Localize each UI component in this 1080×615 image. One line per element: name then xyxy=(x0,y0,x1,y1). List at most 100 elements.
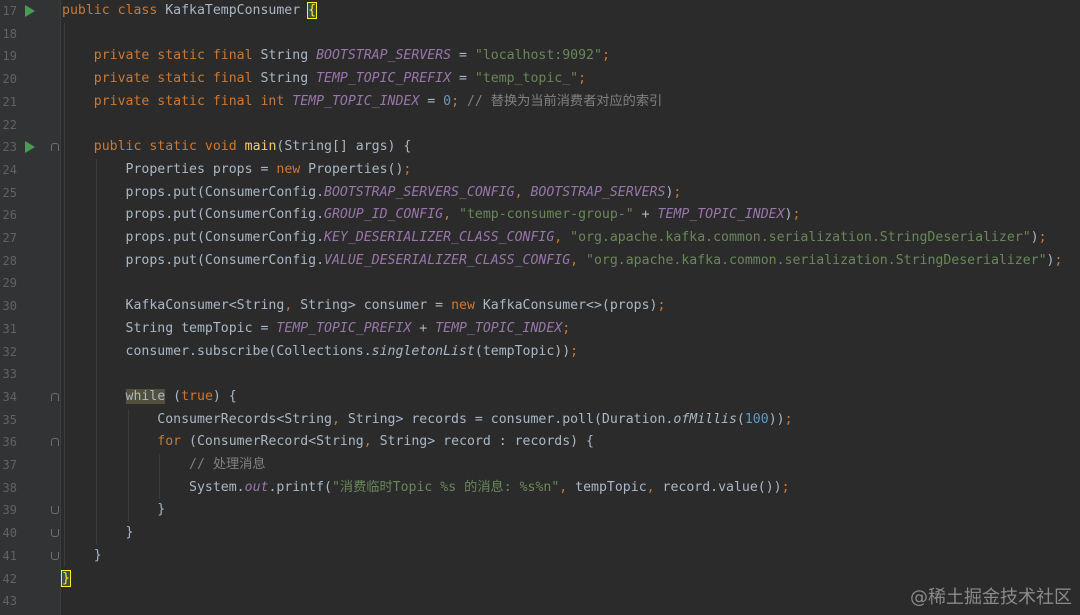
code-token: record.value()) xyxy=(662,479,782,495)
code-line[interactable]: 40 } xyxy=(0,522,1080,545)
code-line[interactable]: 23 public static void main(String[] args… xyxy=(0,136,1080,159)
code-token: TEMP_TOPIC_INDEX xyxy=(292,93,420,109)
code-line[interactable]: 36 for (ConsumerRecord<String, String> r… xyxy=(0,431,1080,454)
code-token: public class xyxy=(62,3,166,18)
code-line[interactable]: 26 props.put(ConsumerConfig.GROUP_ID_CON… xyxy=(0,204,1080,227)
code-text: consumer.subscribe(Collections.singleton… xyxy=(62,341,579,364)
code-line[interactable]: 31 String tempTopic = TEMP_TOPIC_PREFIX … xyxy=(0,318,1080,341)
code-token: 100 xyxy=(744,411,769,427)
code-token: ; xyxy=(784,411,793,427)
code-token: , xyxy=(331,411,348,427)
code-line[interactable]: 24 Properties props = new Properties(); xyxy=(0,159,1080,182)
line-number: 31 xyxy=(2,321,17,336)
code-token: String tempTopic = xyxy=(62,320,277,336)
code-line[interactable]: 38 System.out.printf("消费临时Topic %s 的消息: … xyxy=(0,477,1080,500)
code-token: ; xyxy=(403,161,412,177)
code-token: new xyxy=(276,161,309,177)
line-number: 28 xyxy=(2,253,17,268)
code-token: private static final xyxy=(93,48,261,64)
code-text: KafkaConsumer<String, String> consumer =… xyxy=(62,295,666,318)
code-token: KafkaTempConsumer xyxy=(165,3,309,18)
code-editor[interactable]: 17 public class KafkaTempConsumer {18 19 p… xyxy=(0,0,1080,615)
code-token: "消费临时Topic %s 的消息: %s%n" xyxy=(331,479,560,495)
code-token: KEY_DESERIALIZER_CLASS_CONFIG xyxy=(324,230,555,245)
code-token: , xyxy=(514,184,531,200)
code-line[interactable]: 18 xyxy=(0,23,1080,46)
code-text: props.put(ConsumerConfig.BOOTSTRAP_SERVE… xyxy=(62,182,682,205)
fold-close-icon[interactable] xyxy=(51,529,59,538)
code-token: + xyxy=(633,207,658,223)
code-token: props.put(ConsumerConfig. xyxy=(62,230,325,245)
code-line[interactable]: 32 consumer.subscribe(Collections.single… xyxy=(0,341,1080,364)
code-token: , xyxy=(570,252,587,268)
code-token: BOOTSTRAP_SERVERS xyxy=(530,184,666,200)
code-token: ) { xyxy=(212,388,237,404)
line-number: 21 xyxy=(2,94,17,109)
code-token: new xyxy=(451,298,483,314)
line-number: 35 xyxy=(2,412,17,427)
code-text: public static void main(String[] args) { xyxy=(62,136,412,159)
code-token: ofMillis xyxy=(673,411,737,427)
run-gutter-icon[interactable] xyxy=(25,141,35,154)
line-number: 39 xyxy=(2,503,17,518)
code-token: ; xyxy=(601,48,610,64)
code-text: private static final String BOOTSTRAP_SE… xyxy=(62,45,610,68)
code-token: out xyxy=(244,479,269,495)
code-line[interactable]: 35 ConsumerRecords<String, String> recor… xyxy=(0,409,1080,432)
line-number: 25 xyxy=(2,185,17,200)
code-token: TEMP_TOPIC_PREFIX xyxy=(316,71,452,87)
code-token: ) xyxy=(1030,230,1039,245)
code-token: System. xyxy=(62,479,245,495)
code-line[interactable]: 41 } xyxy=(0,545,1080,568)
code-line[interactable]: 33 xyxy=(0,363,1080,386)
code-token: props.put(ConsumerConfig. xyxy=(62,207,325,223)
code-token: } xyxy=(62,547,102,563)
fold-open-icon[interactable] xyxy=(51,392,59,401)
code-token: , xyxy=(559,479,576,495)
code-line[interactable]: 22 xyxy=(0,114,1080,137)
code-line[interactable]: 29 xyxy=(0,272,1080,295)
code-line[interactable]: 17 public class KafkaTempConsumer { xyxy=(0,0,1080,23)
code-token: String> record : records) { xyxy=(379,434,594,450)
code-text: while (true) { xyxy=(62,386,237,409)
code-token: ; xyxy=(1038,230,1047,245)
code-line[interactable]: 25 props.put(ConsumerConfig.BOOTSTRAP_SE… xyxy=(0,182,1080,205)
code-token: ) xyxy=(784,207,793,223)
code-token: TEMP_TOPIC_INDEX xyxy=(435,320,563,336)
line-number: 24 xyxy=(2,162,17,177)
fold-close-icon[interactable] xyxy=(51,506,59,515)
code-text: for (ConsumerRecord<String, String> reco… xyxy=(62,431,594,454)
code-line[interactable]: 34 while (true) { xyxy=(0,386,1080,409)
fold-open-icon[interactable] xyxy=(51,438,59,447)
code-line[interactable]: 37 // 处理消息 xyxy=(0,454,1080,477)
code-token: ( xyxy=(736,411,745,427)
fold-close-icon[interactable] xyxy=(51,551,59,560)
code-line[interactable]: 28 props.put(ConsumerConfig.VALUE_DESERI… xyxy=(0,250,1080,273)
code-text: public class KafkaTempConsumer { xyxy=(62,0,318,23)
code-text: } xyxy=(62,522,134,545)
code-line[interactable]: 27 props.put(ConsumerConfig.KEY_DESERIAL… xyxy=(0,227,1080,250)
code-line[interactable]: 30 KafkaConsumer<String, String> consume… xyxy=(0,295,1080,318)
code-token: String> consumer = xyxy=(300,298,452,314)
code-line[interactable]: 39 } xyxy=(0,499,1080,522)
code-token: ; xyxy=(451,93,467,109)
code-token: String> records = consumer.poll(Duration… xyxy=(347,411,674,427)
fold-open-icon[interactable] xyxy=(51,143,59,152)
code-line[interactable]: 21 private static final int TEMP_TOPIC_I… xyxy=(0,91,1080,114)
line-number: 30 xyxy=(2,299,17,314)
line-number: 23 xyxy=(2,140,17,155)
code-line[interactable]: 19 private static final String BOOTSTRAP… xyxy=(0,45,1080,68)
code-token: TEMP_TOPIC_INDEX xyxy=(657,207,785,223)
code-line[interactable]: 20 private static final String TEMP_TOPI… xyxy=(0,68,1080,91)
code-text: String tempTopic = TEMP_TOPIC_PREFIX + T… xyxy=(62,318,571,341)
code-token: true xyxy=(181,388,213,404)
line-number: 26 xyxy=(2,208,17,223)
code-token: "org.apache.kafka.common.serialization.S… xyxy=(586,252,1047,268)
run-gutter-icon[interactable] xyxy=(25,5,35,17)
code-token: ( xyxy=(165,388,182,404)
indent-guide xyxy=(127,408,129,523)
